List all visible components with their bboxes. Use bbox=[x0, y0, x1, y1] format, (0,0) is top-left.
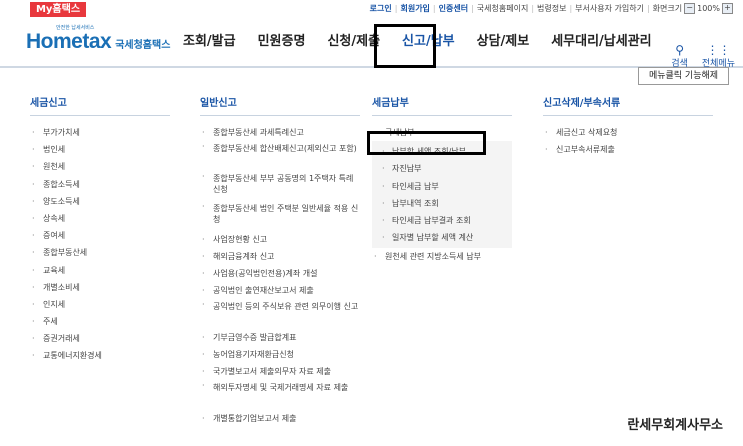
menu-item[interactable]: 양도소득세 bbox=[30, 193, 170, 210]
active-nav-highlight bbox=[374, 24, 436, 68]
logo-subtitle: 국세청홈택스 bbox=[115, 40, 171, 51]
top-utility-bar: My홈택스 로그인 | 회원가입 | 인증센터 | 국세청홈페이지 | 법령정보 | 부서… bbox=[0, 0, 743, 18]
menu-item[interactable]: 농어업용기자재환급신청 bbox=[200, 346, 360, 363]
menu-item[interactable]: 주세 bbox=[30, 313, 170, 330]
menu-item[interactable]: 신고부속서류제출 bbox=[543, 141, 713, 158]
hometax-logo[interactable]: 안전한 납세서비스 Hometax 국세청홈택스 bbox=[26, 25, 171, 54]
grid-menu-icon: ⋮⋮ bbox=[706, 43, 731, 57]
search-icon: ⚲ bbox=[675, 43, 684, 57]
menu-item[interactable]: 부가가치세 bbox=[30, 124, 170, 141]
nav-application[interactable]: 신청/제출 bbox=[327, 18, 380, 66]
my-hometax-tab[interactable]: My홈택스 bbox=[30, 2, 86, 17]
screen-size-label: 화면크기 bbox=[652, 4, 683, 13]
signup-link[interactable]: 회원가입 bbox=[400, 3, 429, 14]
menu-item[interactable]: 교통에너지환경세 bbox=[30, 347, 170, 364]
submenu-national-tax: 납부할 세액 조회/납부 자진납부 타인세금 납부 납부내역 조회 타인세금 납… bbox=[372, 141, 512, 249]
menu-item[interactable]: 기부금영수증 발급합계표 bbox=[200, 329, 360, 346]
menu-item[interactable]: 사업장현황 신고 bbox=[200, 231, 360, 248]
column-delete-docs: 신고삭제/부속서류 세금신고 삭제요청 신고부속서류제출 bbox=[543, 94, 713, 158]
menu-item[interactable]: 개별소비세 bbox=[30, 279, 170, 296]
menu-item[interactable]: 종합부동산세 과세특례신고 bbox=[200, 124, 360, 141]
menu-item[interactable]: 공익법인 출연재산보고서 제출 bbox=[200, 282, 360, 299]
menu-item[interactable]: 증권거래세 bbox=[30, 330, 170, 347]
submenu-item[interactable]: 일자별 납부할 세액 계산 bbox=[372, 229, 512, 246]
column-title: 신고삭제/부속서류 bbox=[543, 94, 713, 116]
menu-click-toggle-button[interactable]: 메뉴클릭 기능해제 bbox=[638, 67, 729, 85]
cert-center-link[interactable]: 인증센터 bbox=[439, 3, 468, 14]
nav-consult[interactable]: 상담/제보 bbox=[477, 18, 530, 66]
menu-item[interactable]: 증여세 bbox=[30, 227, 170, 244]
column-title: 일반신고 bbox=[200, 94, 360, 116]
column-tax-payment: 세금납부 국세납부 납부할 세액 조회/납부 자진납부 타인세금 납부 납부내역… bbox=[372, 94, 512, 266]
menu-item[interactable]: 종합부동산세 법인 주택분 일반세율 적용 신청 bbox=[200, 201, 360, 231]
menu-item[interactable]: 인지세 bbox=[30, 296, 170, 313]
search-button[interactable]: ⚲ 검색 bbox=[671, 44, 688, 69]
watermark-text: 란세무회계사무소 bbox=[627, 418, 723, 433]
column-title: 세금신고 bbox=[30, 94, 170, 116]
all-menu-button[interactable]: ⋮⋮ 전체메뉴 bbox=[702, 44, 735, 69]
menu-item[interactable]: 종합부동산세 부부 공동명의 1주택자 특례 신청 bbox=[200, 171, 360, 201]
logo-tagline: 안전한 납세서비스 bbox=[56, 25, 95, 31]
main-header: 안전한 납세서비스 Hometax 국세청홈택스 조회/발급 민원증명 신청/제… bbox=[0, 18, 743, 69]
zoom-out-button[interactable]: − bbox=[684, 3, 696, 14]
logo-text: Hometax bbox=[26, 30, 112, 53]
column-tax-report: 세금신고 부가가치세 법인세 원천세 종합소득세 양도소득세 상속세 증여세 종… bbox=[30, 94, 170, 365]
column-general-report: 일반신고 종합부동산세 과세특례신고 종합부동산세 합산배제신고(제외신고 포함… bbox=[200, 94, 360, 427]
nav-inquiry[interactable]: 조회/발급 bbox=[183, 18, 236, 66]
menu-item[interactable]: 교육세 bbox=[30, 262, 170, 279]
utility-links: 로그인 | 회원가입 | 인증센터 | 국세청홈페이지 | 법령정보 | 부서사용자 가입… bbox=[370, 3, 735, 14]
menu-item[interactable]: 법인세 bbox=[30, 141, 170, 158]
submenu-item[interactable]: 납부내역 조회 bbox=[372, 195, 512, 212]
menu-item[interactable]: 국가별보고서 제출의무자 자료 제출 bbox=[200, 363, 360, 380]
zoom-in-button[interactable]: + bbox=[722, 3, 733, 14]
menu-item[interactable]: 종합부동산세 bbox=[30, 244, 170, 261]
menu-item[interactable]: 종합소득세 bbox=[30, 176, 170, 193]
submenu-item[interactable]: 타인세금 납부결과 조회 bbox=[372, 212, 512, 229]
menu-item[interactable]: 세금신고 삭제요청 bbox=[543, 124, 713, 141]
menu-item[interactable]: 해외금융계좌 신고 bbox=[200, 248, 360, 265]
column-title: 세금납부 bbox=[372, 94, 512, 116]
menu-item[interactable]: 사업용(공익법인전용)계좌 개설 bbox=[200, 265, 360, 282]
nts-homepage-link[interactable]: 국세청홈페이지 bbox=[477, 3, 529, 14]
law-info-link[interactable]: 법령정보 bbox=[537, 3, 566, 14]
menu-item[interactable]: 상속세 bbox=[30, 210, 170, 227]
submenu-item[interactable]: 타인세금 납부 bbox=[372, 178, 512, 195]
zoom-level: 100% bbox=[697, 4, 720, 13]
login-link[interactable]: 로그인 bbox=[370, 3, 392, 14]
menu-item[interactable]: 종합부동산세 합산배제신고(제외신고 포함) bbox=[200, 141, 360, 171]
menu-item[interactable]: 해외투자명세 및 국제거래명세 자료 제출 bbox=[200, 380, 360, 410]
nav-tax-agent[interactable]: 세무대리/납세관리 bbox=[551, 18, 651, 66]
menu-item[interactable]: 공익법인 등의 주식보유 관련 의무이행 신고 bbox=[200, 299, 360, 329]
dept-user-signup-link[interactable]: 부서사용자 가입하기 bbox=[575, 3, 644, 14]
nav-certificates[interactable]: 민원증명 bbox=[258, 18, 306, 66]
menu-item[interactable]: 원천세 bbox=[30, 158, 170, 175]
submenu-item[interactable]: 자진납부 bbox=[372, 160, 512, 177]
menu-item[interactable]: 원천세 관련 지방소득세 납부 bbox=[372, 248, 512, 265]
header-tools: ⚲ 검색 ⋮⋮ 전체메뉴 bbox=[657, 44, 735, 69]
inquire-pay-highlight bbox=[367, 131, 486, 155]
menu-item[interactable]: 개별통합기업보고서 제출 bbox=[200, 410, 360, 427]
